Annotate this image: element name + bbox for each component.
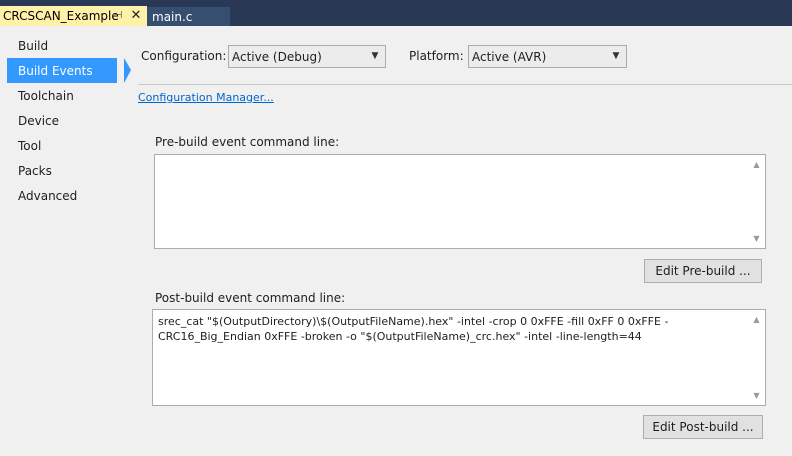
configuration-label: Configuration: xyxy=(141,49,227,63)
nav-item-build[interactable]: Build xyxy=(7,33,117,58)
header-divider xyxy=(138,84,792,85)
postbuild-label: Post-build event command line: xyxy=(155,291,346,305)
prebuild-textarea[interactable]: ▲ ▼ xyxy=(154,154,766,249)
platform-label: Platform: xyxy=(409,49,464,63)
tab-crcscan-example[interactable]: CRCSCAN_Example ⊣ ✕ xyxy=(0,6,147,26)
document-tab-bar: CRCSCAN_Example ⊣ ✕ main.c xyxy=(0,0,792,26)
nav-item-label: Build xyxy=(18,38,49,53)
scroll-up-icon[interactable]: ▲ xyxy=(748,312,765,327)
configuration-value: Active (Debug) xyxy=(232,49,322,64)
postbuild-scrollbar[interactable]: ▲ ▼ xyxy=(748,310,765,405)
configuration-manager-link[interactable]: Configuration Manager... xyxy=(138,91,274,104)
nav-item-build-events[interactable]: Build Events xyxy=(7,58,131,83)
edit-prebuild-button[interactable]: Edit Pre-build ... xyxy=(644,259,762,283)
nav-item-advanced[interactable]: Advanced xyxy=(7,183,117,208)
nav-item-label: Advanced xyxy=(18,188,78,203)
nav-item-label: Build Events xyxy=(18,63,93,78)
platform-value: Active (AVR) xyxy=(472,49,547,64)
nav-item-packs[interactable]: Packs xyxy=(7,158,117,183)
configuration-select[interactable]: Active (Debug) ▼ xyxy=(228,45,386,68)
property-nav: Build Build Events Toolchain Device Tool… xyxy=(0,26,131,456)
tab-title: CRCSCAN_Example xyxy=(3,9,119,23)
prebuild-label: Pre-build event command line: xyxy=(155,135,340,149)
tab-main-c[interactable]: main.c xyxy=(147,7,230,26)
chevron-down-icon: ▼ xyxy=(371,51,379,61)
edit-postbuild-button[interactable]: Edit Post-build ... xyxy=(643,415,763,439)
platform-select[interactable]: Active (AVR) ▼ xyxy=(468,45,627,68)
prebuild-scrollbar[interactable]: ▲ ▼ xyxy=(748,155,765,248)
postbuild-text: srec_cat "$(OutputDirectory)\$(OutputFil… xyxy=(158,315,669,343)
nav-item-tool[interactable]: Tool xyxy=(7,133,117,158)
nav-item-label: Device xyxy=(18,113,60,128)
tab-title: main.c xyxy=(152,9,193,24)
nav-item-label: Packs xyxy=(18,163,52,178)
selection-arrow-icon xyxy=(124,58,131,83)
nav-item-toolchain[interactable]: Toolchain xyxy=(7,83,117,108)
nav-item-label: Tool xyxy=(18,138,42,153)
pin-icon[interactable]: ⊣ xyxy=(111,8,125,22)
nav-item-label: Toolchain xyxy=(18,88,74,103)
scroll-down-icon[interactable]: ▼ xyxy=(748,231,765,246)
close-icon[interactable]: ✕ xyxy=(129,7,143,23)
chevron-down-icon: ▼ xyxy=(612,51,620,61)
nav-item-device[interactable]: Device xyxy=(7,108,117,133)
scroll-up-icon[interactable]: ▲ xyxy=(748,157,765,172)
scroll-down-icon[interactable]: ▼ xyxy=(748,388,765,403)
postbuild-textarea[interactable]: srec_cat "$(OutputDirectory)\$(OutputFil… xyxy=(152,309,766,406)
